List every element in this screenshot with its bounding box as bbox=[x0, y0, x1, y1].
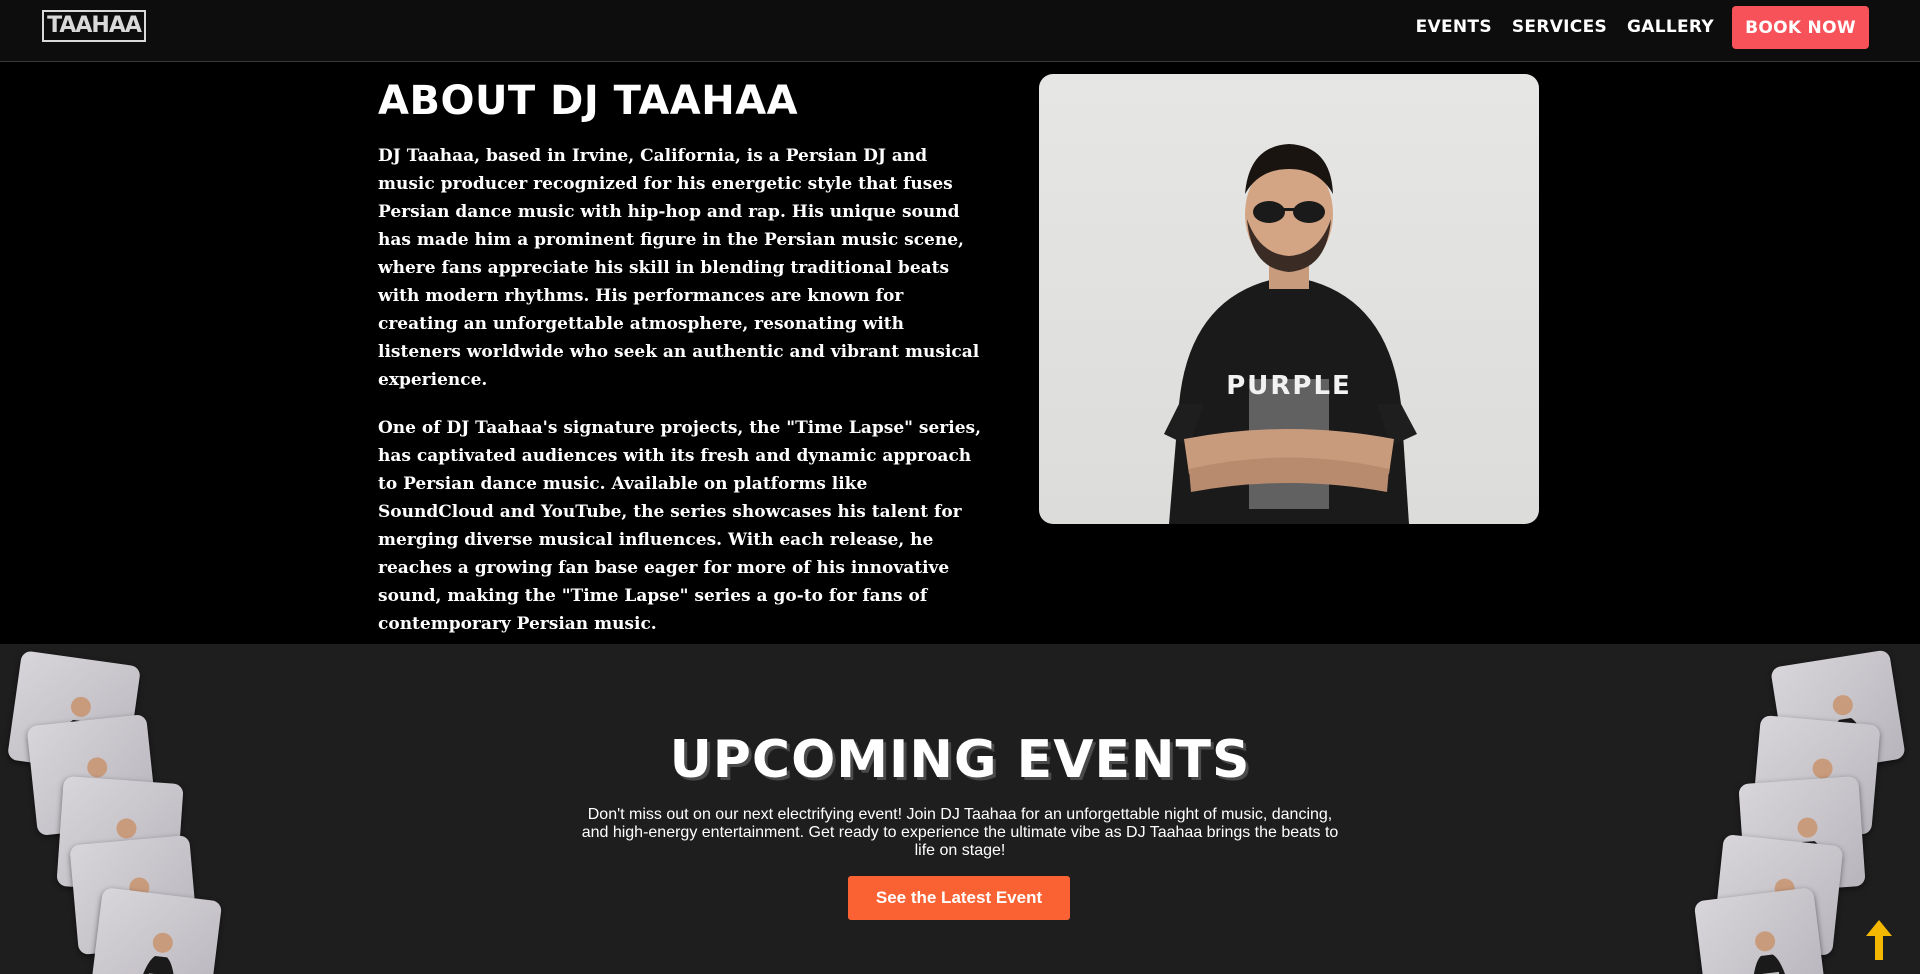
nav-gallery-link[interactable]: GALLERY bbox=[1627, 16, 1714, 38]
upcoming-events-section: UPCOMING EVENTS Don't miss out on our ne… bbox=[0, 644, 1920, 974]
nav-services-link[interactable]: SERVICES bbox=[1512, 16, 1607, 38]
main-nav: EVENTS SERVICES GALLERY bbox=[1416, 16, 1714, 38]
site-header: TAAHAA EVENTS SERVICES GALLERY BOOK NOW bbox=[0, 0, 1920, 62]
gallery-photo bbox=[89, 887, 223, 974]
dj-portrait-image: PURPLE bbox=[1039, 74, 1539, 524]
about-paragraph-1: DJ Taahaa, based in Irvine, California, … bbox=[378, 146, 980, 390]
scroll-to-top-button[interactable] bbox=[1864, 918, 1894, 962]
arrow-up-icon bbox=[1866, 920, 1892, 960]
gallery-photo bbox=[1693, 887, 1827, 974]
see-latest-event-button[interactable]: See the Latest Event bbox=[848, 876, 1070, 920]
shirt-print-text: PURPLE bbox=[1226, 371, 1352, 401]
nav-events-link[interactable]: EVENTS bbox=[1416, 16, 1492, 38]
events-title: UPCOMING EVENTS bbox=[669, 730, 1251, 790]
site-logo[interactable]: TAAHAA bbox=[42, 10, 146, 42]
about-paragraph-2: One of DJ Taahaa's signature projects, t… bbox=[378, 418, 982, 634]
about-text: DJ Taahaa, based in Irvine, California, … bbox=[378, 142, 988, 658]
events-description: Don't miss out on our next electrifying … bbox=[581, 806, 1339, 859]
book-now-button[interactable]: BOOK NOW bbox=[1732, 6, 1869, 49]
about-title: ABOUT DJ TAAHAA bbox=[378, 78, 799, 124]
about-section: ABOUT DJ TAAHAA DJ Taahaa, based in Irvi… bbox=[0, 62, 1920, 644]
